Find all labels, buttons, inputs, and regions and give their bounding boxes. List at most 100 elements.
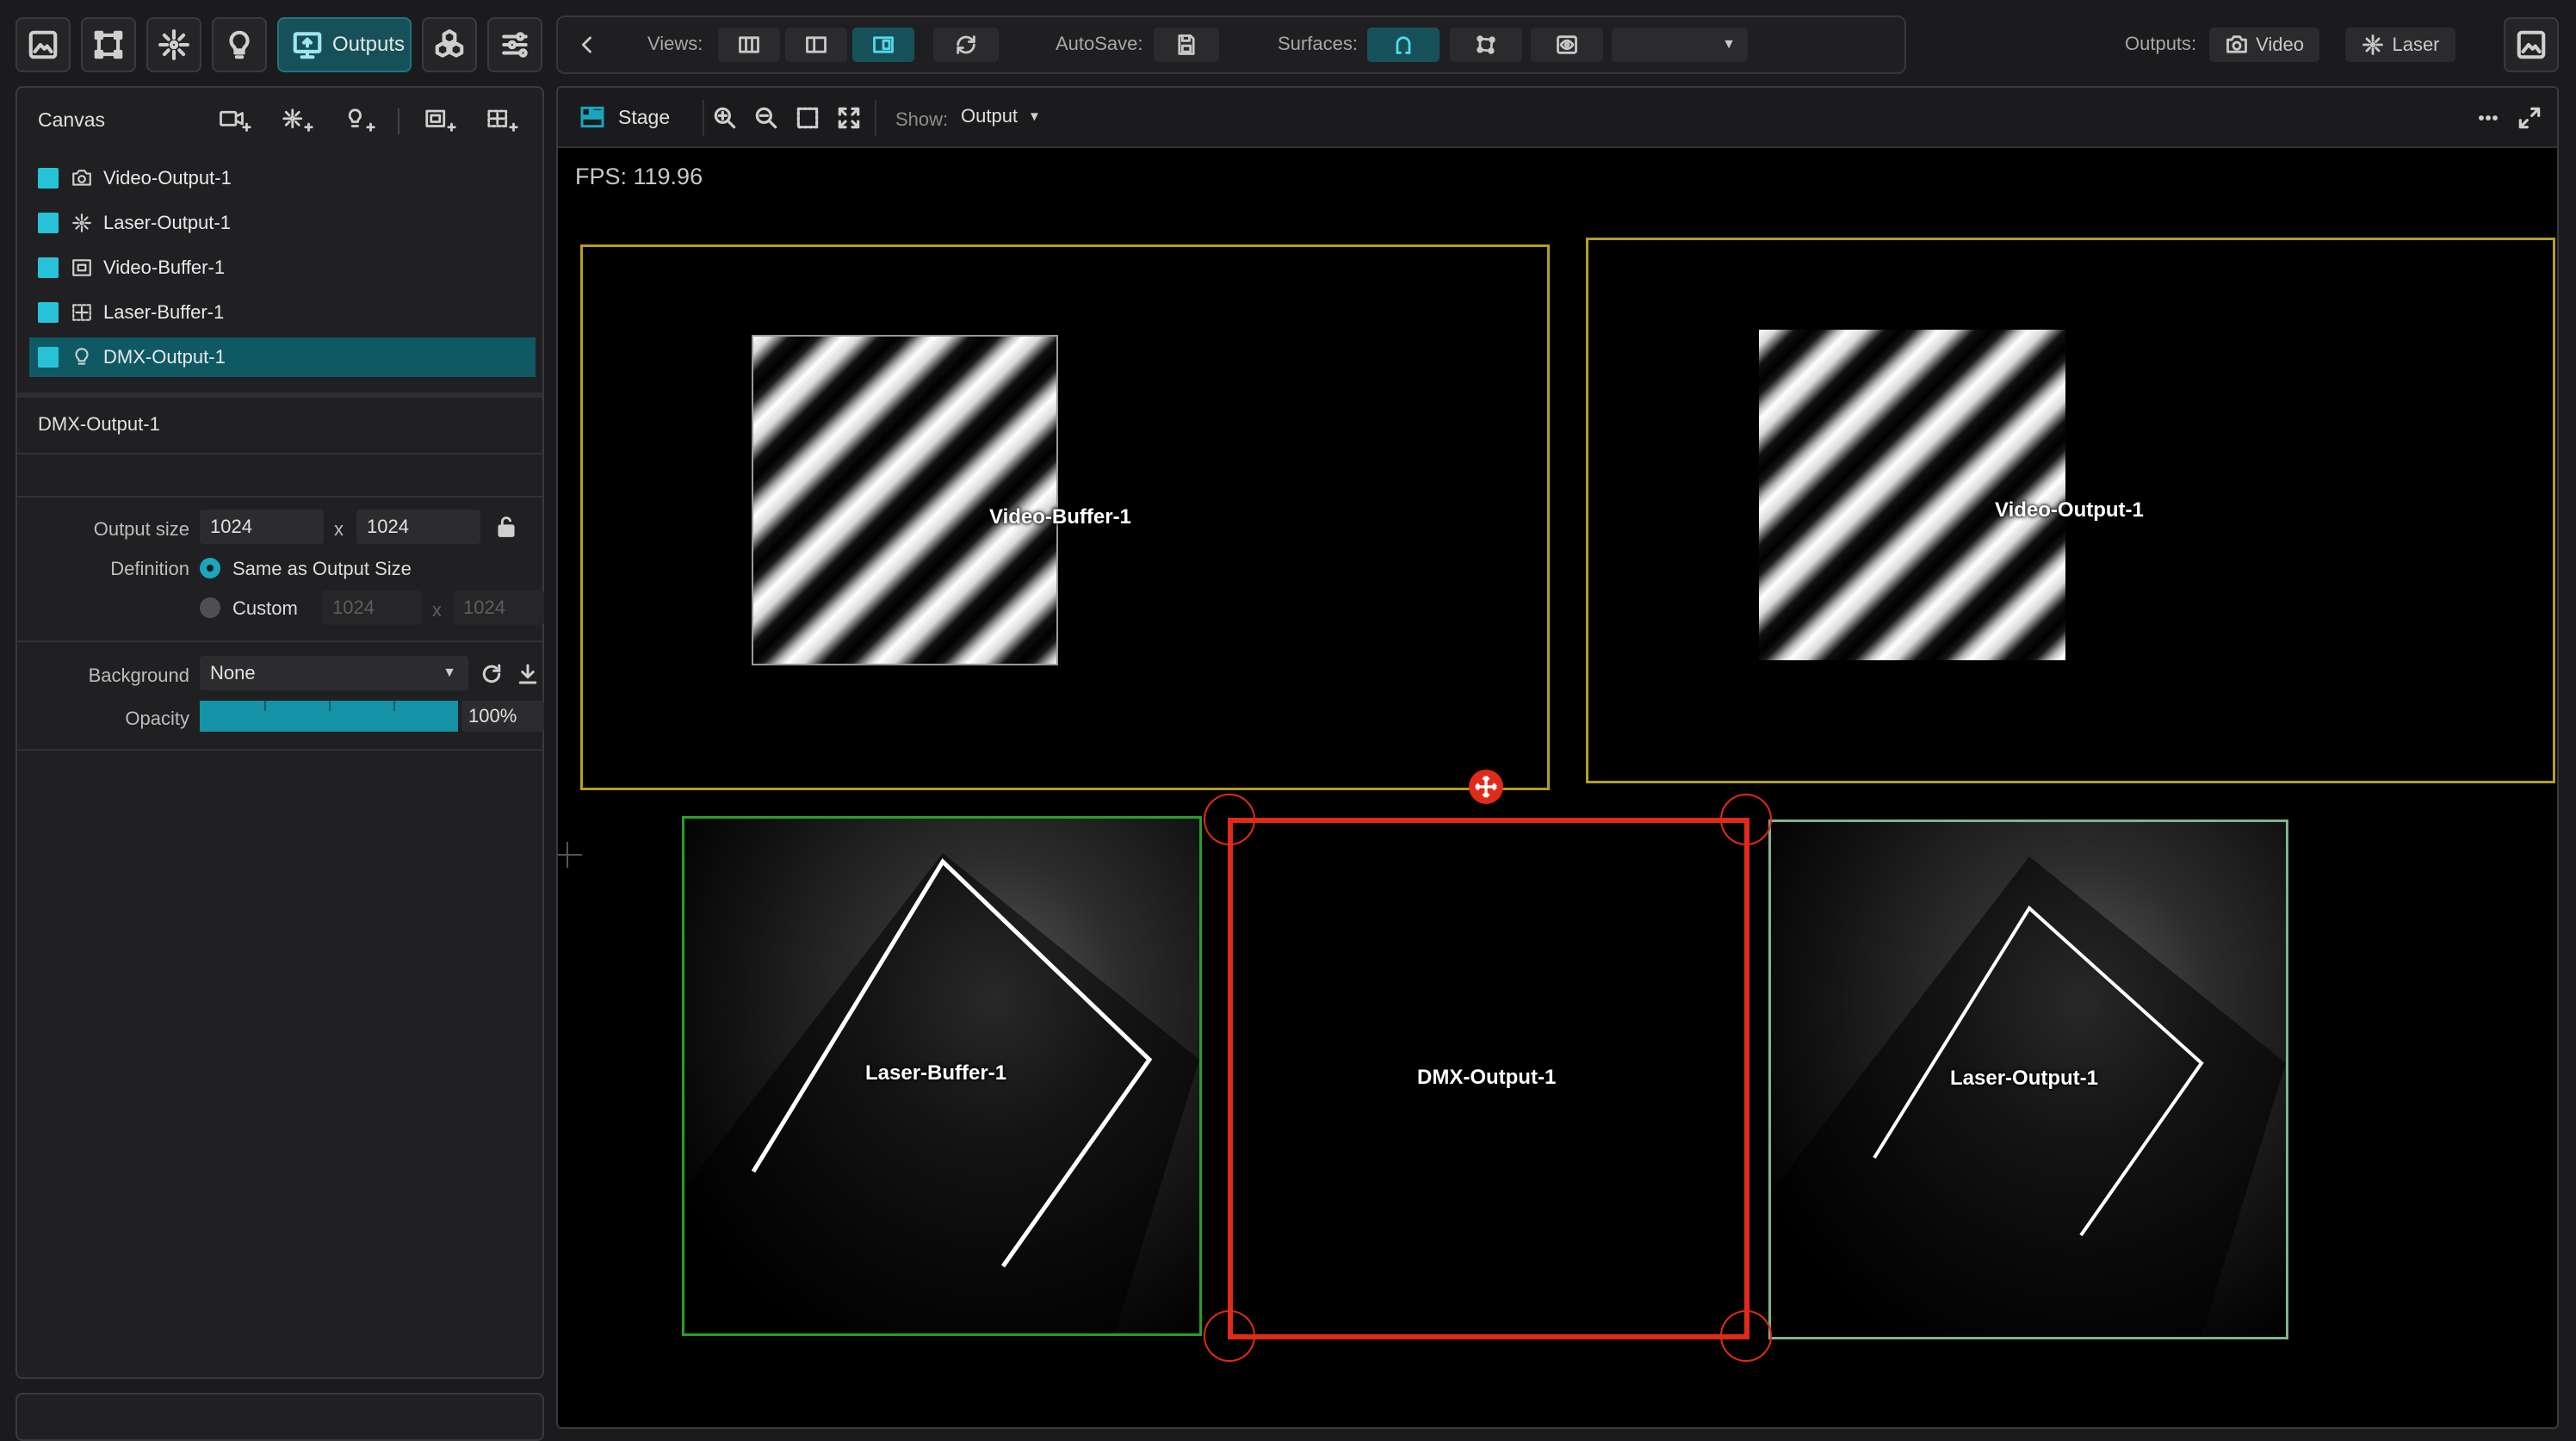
surface-laser-buffer-1[interactable]: Laser-Buffer-1	[682, 816, 1202, 1336]
output-height-input[interactable]: 1024	[356, 510, 480, 544]
ruler-marker	[558, 854, 582, 856]
output-width-input[interactable]: 1024	[200, 510, 324, 544]
laser-output-button[interactable]: Laser	[2345, 28, 2455, 62]
layer-color-swatch	[38, 213, 59, 233]
show-dropdown[interactable]: Output ▼	[961, 105, 1041, 127]
option-custom-label: Custom	[232, 597, 298, 619]
add-video-icon[interactable]	[215, 105, 257, 134]
surface-video-output-1[interactable]: Video-Output-1	[1586, 238, 2555, 783]
top-toolbar: Outputs Views: AutoSave: Surfaces: ▼ Out…	[0, 0, 2576, 86]
cubes-icon[interactable]	[422, 17, 477, 72]
zoom-in-icon[interactable]	[708, 103, 742, 133]
sliders-icon[interactable]	[487, 17, 542, 72]
layer-color-swatch	[38, 302, 59, 323]
transform-icon[interactable]	[81, 17, 136, 72]
add-video-buffer-icon[interactable]	[420, 105, 461, 134]
layer-color-swatch	[38, 168, 59, 189]
layer-name: Laser-Buffer-1	[103, 301, 225, 323]
background-dropdown[interactable]: None ▼	[200, 656, 468, 690]
laser-output-label: Laser	[2392, 34, 2440, 55]
view-layout-3-button[interactable]	[852, 28, 914, 62]
background-value: None	[210, 662, 256, 683]
save-icon[interactable]	[1154, 28, 1219, 62]
panel-divider	[17, 496, 542, 498]
refresh-icon[interactable]	[479, 661, 505, 687]
caret-down-icon: ▼	[1722, 37, 1736, 52]
times-sign: x	[432, 599, 442, 621]
radio-custom[interactable]	[200, 597, 220, 618]
fit-icon[interactable]	[832, 103, 866, 133]
camera-icon	[2225, 33, 2249, 57]
surfaces-dropdown[interactable]: ▼	[1612, 28, 1748, 62]
surface-transform-icon[interactable]	[1450, 28, 1522, 62]
outputs-label: Outputs:	[2125, 33, 2197, 54]
bulb-icon[interactable]	[212, 17, 267, 72]
layer-dmx-output-1[interactable]: DMX-Output-1	[29, 337, 536, 377]
output-window-icon[interactable]	[2504, 17, 2559, 72]
radio-same-as-output[interactable]	[200, 558, 220, 578]
surface-label: Laser-Output-1	[1950, 1067, 2099, 1090]
surface-label: Laser-Buffer-1	[865, 1061, 1007, 1085]
caret-down-icon: ▼	[443, 665, 456, 680]
fps-readout: FPS: 119.96	[575, 164, 703, 189]
more-options-icon[interactable]	[2471, 103, 2505, 133]
video-output-preview	[1759, 330, 2065, 660]
add-laser-icon[interactable]	[277, 105, 319, 134]
option-same-label: Same as Output Size	[232, 558, 412, 579]
unlock-icon[interactable]	[492, 513, 520, 541]
panel-divider	[17, 453, 542, 455]
video-output-button[interactable]: Video	[2209, 28, 2319, 62]
opacity-slider-fill	[200, 701, 458, 732]
ruler-marker	[567, 842, 568, 868]
chevron-left-icon[interactable]	[572, 28, 603, 62]
view-layout-1-button[interactable]	[718, 28, 780, 62]
header-separator	[398, 108, 399, 134]
selection-icon[interactable]	[790, 103, 825, 133]
stage-tab-label: Stage	[618, 105, 671, 128]
expand-icon[interactable]	[2512, 103, 2547, 133]
surface-video-buffer-1[interactable]: Video-Buffer-1	[580, 244, 1550, 790]
custom-width-input: 1024	[322, 591, 422, 625]
layer-color-swatch	[38, 257, 59, 278]
add-bulb-icon[interactable]	[339, 105, 381, 134]
layer-laser-buffer-1[interactable]: Laser-Buffer-1	[29, 293, 536, 332]
surface-laser-output-1[interactable]: Laser-Output-1	[1768, 819, 2288, 1339]
properties-title: DMX-Output-1	[38, 413, 160, 435]
view-layout-2-button[interactable]	[785, 28, 847, 62]
resize-handle-top-right[interactable]	[1720, 794, 1772, 845]
add-laser-buffer-icon[interactable]	[482, 105, 523, 134]
views-label: Views:	[647, 33, 703, 54]
canvas-panel: Canvas Video-Output-1 Laser-Output-1 Vid…	[15, 86, 544, 1379]
monitor-upload-icon	[291, 28, 324, 61]
zoom-out-icon[interactable]	[749, 103, 783, 133]
layer-name: DMX-Output-1	[103, 346, 226, 368]
laser-icon	[2361, 33, 2385, 57]
rotate-handle-icon[interactable]	[1469, 770, 1503, 804]
laser-icon[interactable]	[146, 17, 201, 72]
surface-dmx-output-1[interactable]: DMX-Output-1	[1228, 818, 1749, 1339]
stage-viewport[interactable]: Stage Show: Output ▼ FPS: 119.96 Video-B…	[556, 86, 2559, 1429]
stage-tab[interactable]: Stage	[579, 103, 670, 131]
layer-video-output-1[interactable]: Video-Output-1	[29, 158, 536, 198]
autosave-label: AutoSave:	[1056, 33, 1143, 54]
magnet-icon[interactable]	[1367, 28, 1440, 62]
refresh-icon[interactable]	[933, 28, 999, 62]
opacity-slider[interactable]	[200, 701, 458, 732]
resize-handle-bottom-right[interactable]	[1720, 1310, 1772, 1362]
show-label: Show:	[895, 108, 949, 130]
slider-tick	[329, 701, 331, 711]
video-buffer-icon	[71, 257, 93, 279]
layer-video-buffer-1[interactable]: Video-Buffer-1	[29, 248, 536, 288]
download-icon[interactable]	[515, 661, 541, 687]
resize-handle-bottom-left[interactable]	[1204, 1310, 1255, 1362]
laser-buffer-icon	[71, 301, 93, 324]
outputs-tab[interactable]: Outputs	[277, 17, 412, 72]
layer-laser-output-1[interactable]: Laser-Output-1	[29, 203, 536, 243]
preview-eye-icon[interactable]	[1531, 28, 1603, 62]
stage-layout-icon	[579, 103, 606, 131]
surface-label: Video-Buffer-1	[989, 505, 1131, 529]
image-icon[interactable]	[15, 17, 71, 72]
custom-height-input: 1024	[453, 591, 544, 625]
opacity-value[interactable]: 100%	[461, 701, 544, 732]
resize-handle-top-left[interactable]	[1204, 794, 1255, 845]
